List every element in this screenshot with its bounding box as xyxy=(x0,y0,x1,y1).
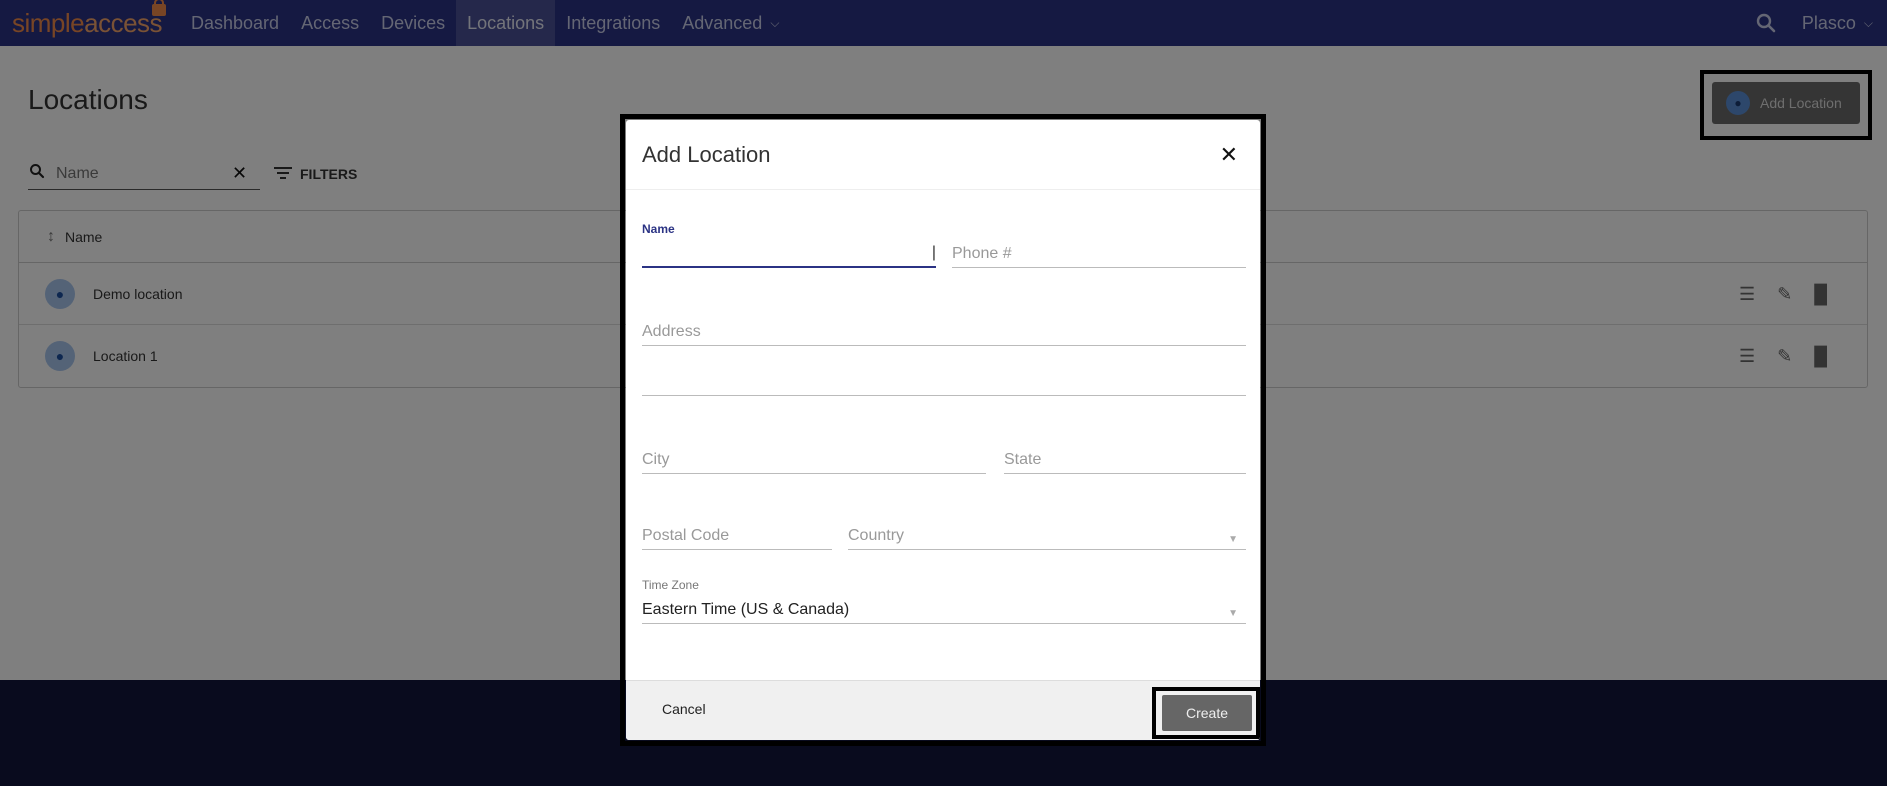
dialog-footer: Cancel Create xyxy=(626,680,1260,740)
dropdown-arrow-icon: ▼ xyxy=(1228,534,1238,545)
address-placeholder: Address xyxy=(642,323,701,340)
dialog-header: Add Location ✕ xyxy=(626,120,1260,190)
phone-field: Phone # xyxy=(952,236,1246,268)
add-location-dialog: Add Location ✕ Name | Phone # Address Ci… xyxy=(626,120,1260,740)
address-field: Address xyxy=(642,314,1246,346)
address-line2-field xyxy=(642,364,1246,396)
address-line2-input[interactable] xyxy=(642,364,1246,396)
dropdown-arrow-icon: ▼ xyxy=(1228,608,1238,619)
dialog-title: Add Location xyxy=(642,141,771,167)
timezone-value: Eastern Time (US & Canada) xyxy=(642,601,850,618)
phone-placeholder: Phone # xyxy=(952,245,1012,262)
create-label: Create xyxy=(1185,705,1229,721)
postal-code-input[interactable]: Postal Code xyxy=(642,518,832,550)
city-field: City xyxy=(642,442,986,474)
phone-input[interactable]: Phone # xyxy=(952,236,1246,268)
postal-code-field: Postal Code xyxy=(642,518,832,550)
postal-code-placeholder: Postal Code xyxy=(642,527,730,544)
timezone-label: Time Zone xyxy=(642,578,699,592)
create-button[interactable]: Create xyxy=(1162,695,1252,731)
name-field: Name | xyxy=(642,222,936,268)
city-placeholder: City xyxy=(642,451,670,468)
city-input[interactable]: City xyxy=(642,442,986,474)
timezone-select[interactable]: Eastern Time (US & Canada) ▼ xyxy=(642,592,1246,624)
address-input[interactable]: Address xyxy=(642,314,1246,346)
state-placeholder: State xyxy=(1004,451,1042,468)
country-field: Country ▼ xyxy=(848,518,1246,550)
state-field: State xyxy=(1004,442,1246,474)
state-input[interactable]: State xyxy=(1004,442,1246,474)
close-icon[interactable]: ✕ xyxy=(1220,142,1238,168)
name-label: Name xyxy=(642,222,675,236)
name-input[interactable]: | xyxy=(642,236,936,268)
cancel-button[interactable]: Cancel xyxy=(662,701,706,717)
country-placeholder: Country xyxy=(848,527,905,544)
country-select[interactable]: Country ▼ xyxy=(848,518,1246,550)
timezone-field: Time Zone Eastern Time (US & Canada) ▼ xyxy=(642,578,1246,624)
